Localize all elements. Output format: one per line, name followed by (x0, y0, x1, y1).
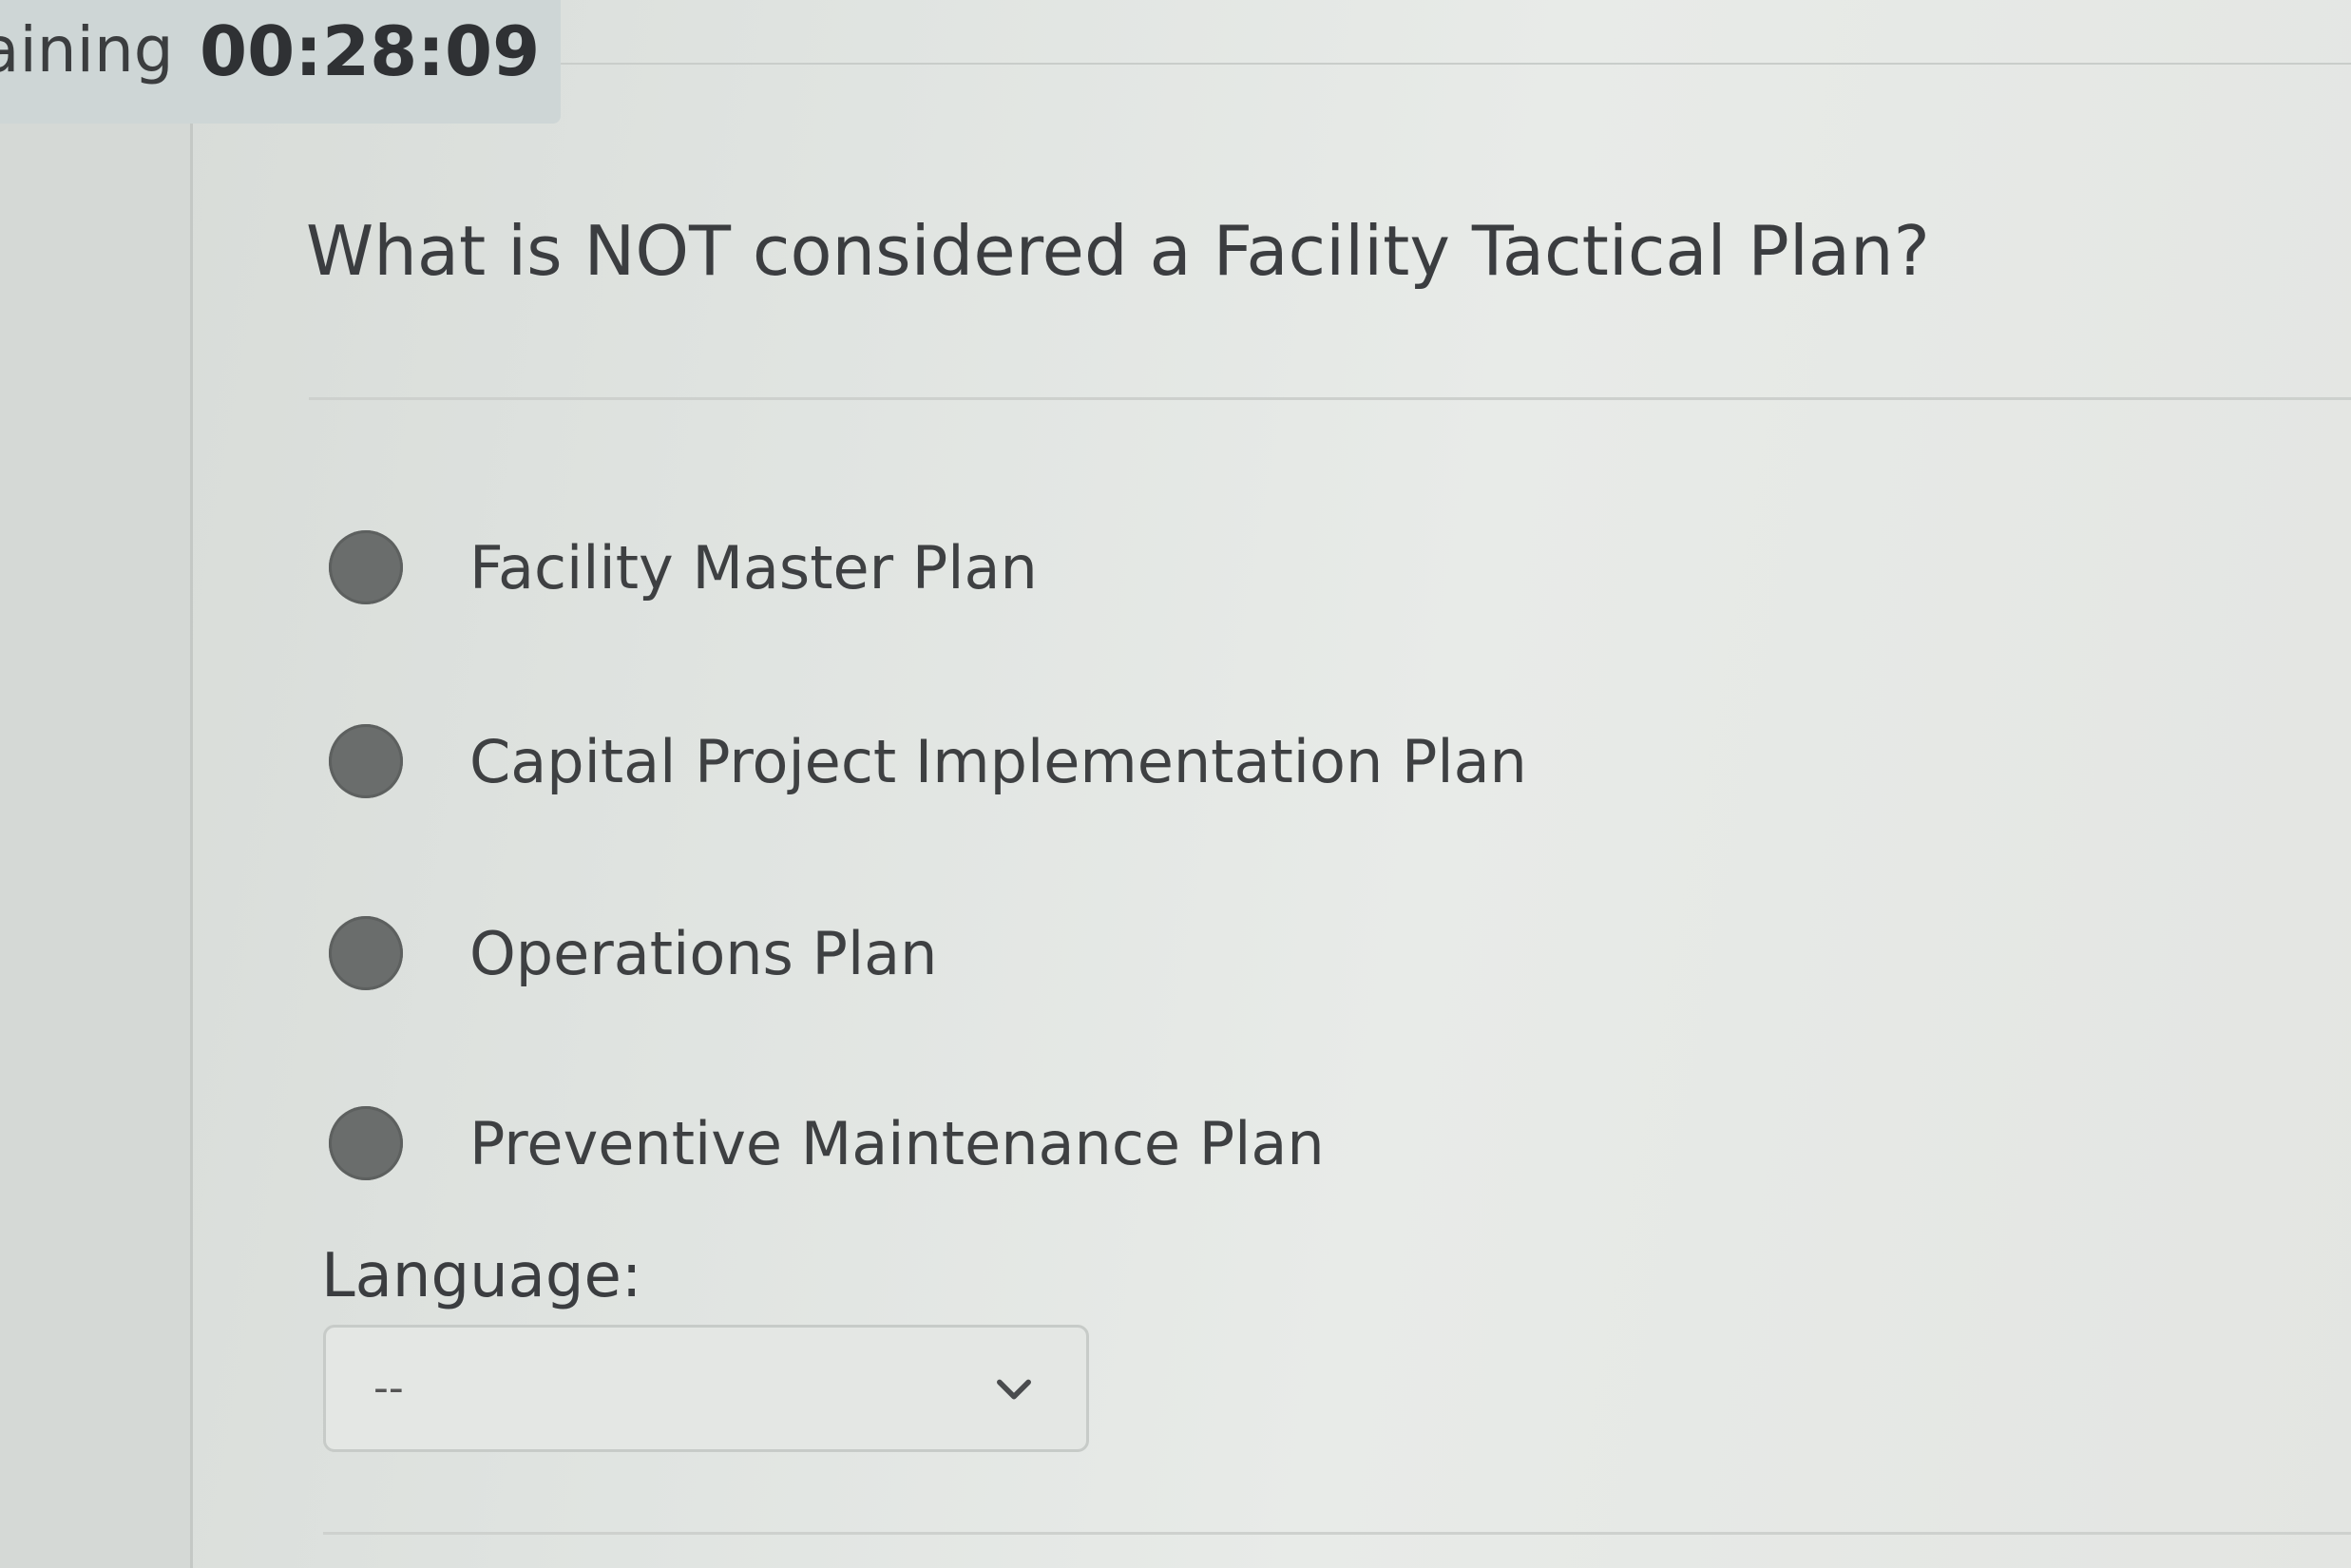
answer-option-4[interactable]: Preventive Maintenance Plan (329, 1100, 1325, 1186)
question-text: What is NOT considered a Facility Tactic… (306, 211, 1930, 291)
language-select[interactable]: -- (323, 1325, 1089, 1452)
radio-button[interactable] (329, 530, 403, 604)
answer-option-label[interactable]: Facility Master Plan (469, 533, 1038, 602)
answer-option-label[interactable]: Operations Plan (469, 919, 937, 988)
radio-button[interactable] (329, 916, 403, 990)
left-margin (0, 124, 190, 1568)
answer-option-1[interactable]: Facility Master Plan (329, 525, 1038, 610)
bottom-divider (323, 1532, 2351, 1535)
timer-label: aining (0, 13, 174, 86)
answer-option-3[interactable]: Operations Plan (329, 910, 937, 996)
left-divider (190, 124, 193, 1568)
question-divider (309, 397, 2351, 400)
top-divider (561, 63, 2351, 65)
answer-option-2[interactable]: Capital Project Implementation Plan (329, 718, 1527, 804)
chevron-down-icon[interactable] (989, 1364, 1039, 1413)
language-label: Language: (321, 1241, 642, 1311)
answer-option-label[interactable]: Preventive Maintenance Plan (469, 1109, 1325, 1178)
timer-bar: aining 00:28:09 (0, 0, 561, 124)
radio-button[interactable] (329, 1106, 403, 1180)
timer-value: 00:28:09 (200, 11, 541, 91)
answer-option-label[interactable]: Capital Project Implementation Plan (469, 727, 1527, 796)
radio-button[interactable] (329, 724, 403, 798)
language-select-value: -- (373, 1364, 404, 1412)
